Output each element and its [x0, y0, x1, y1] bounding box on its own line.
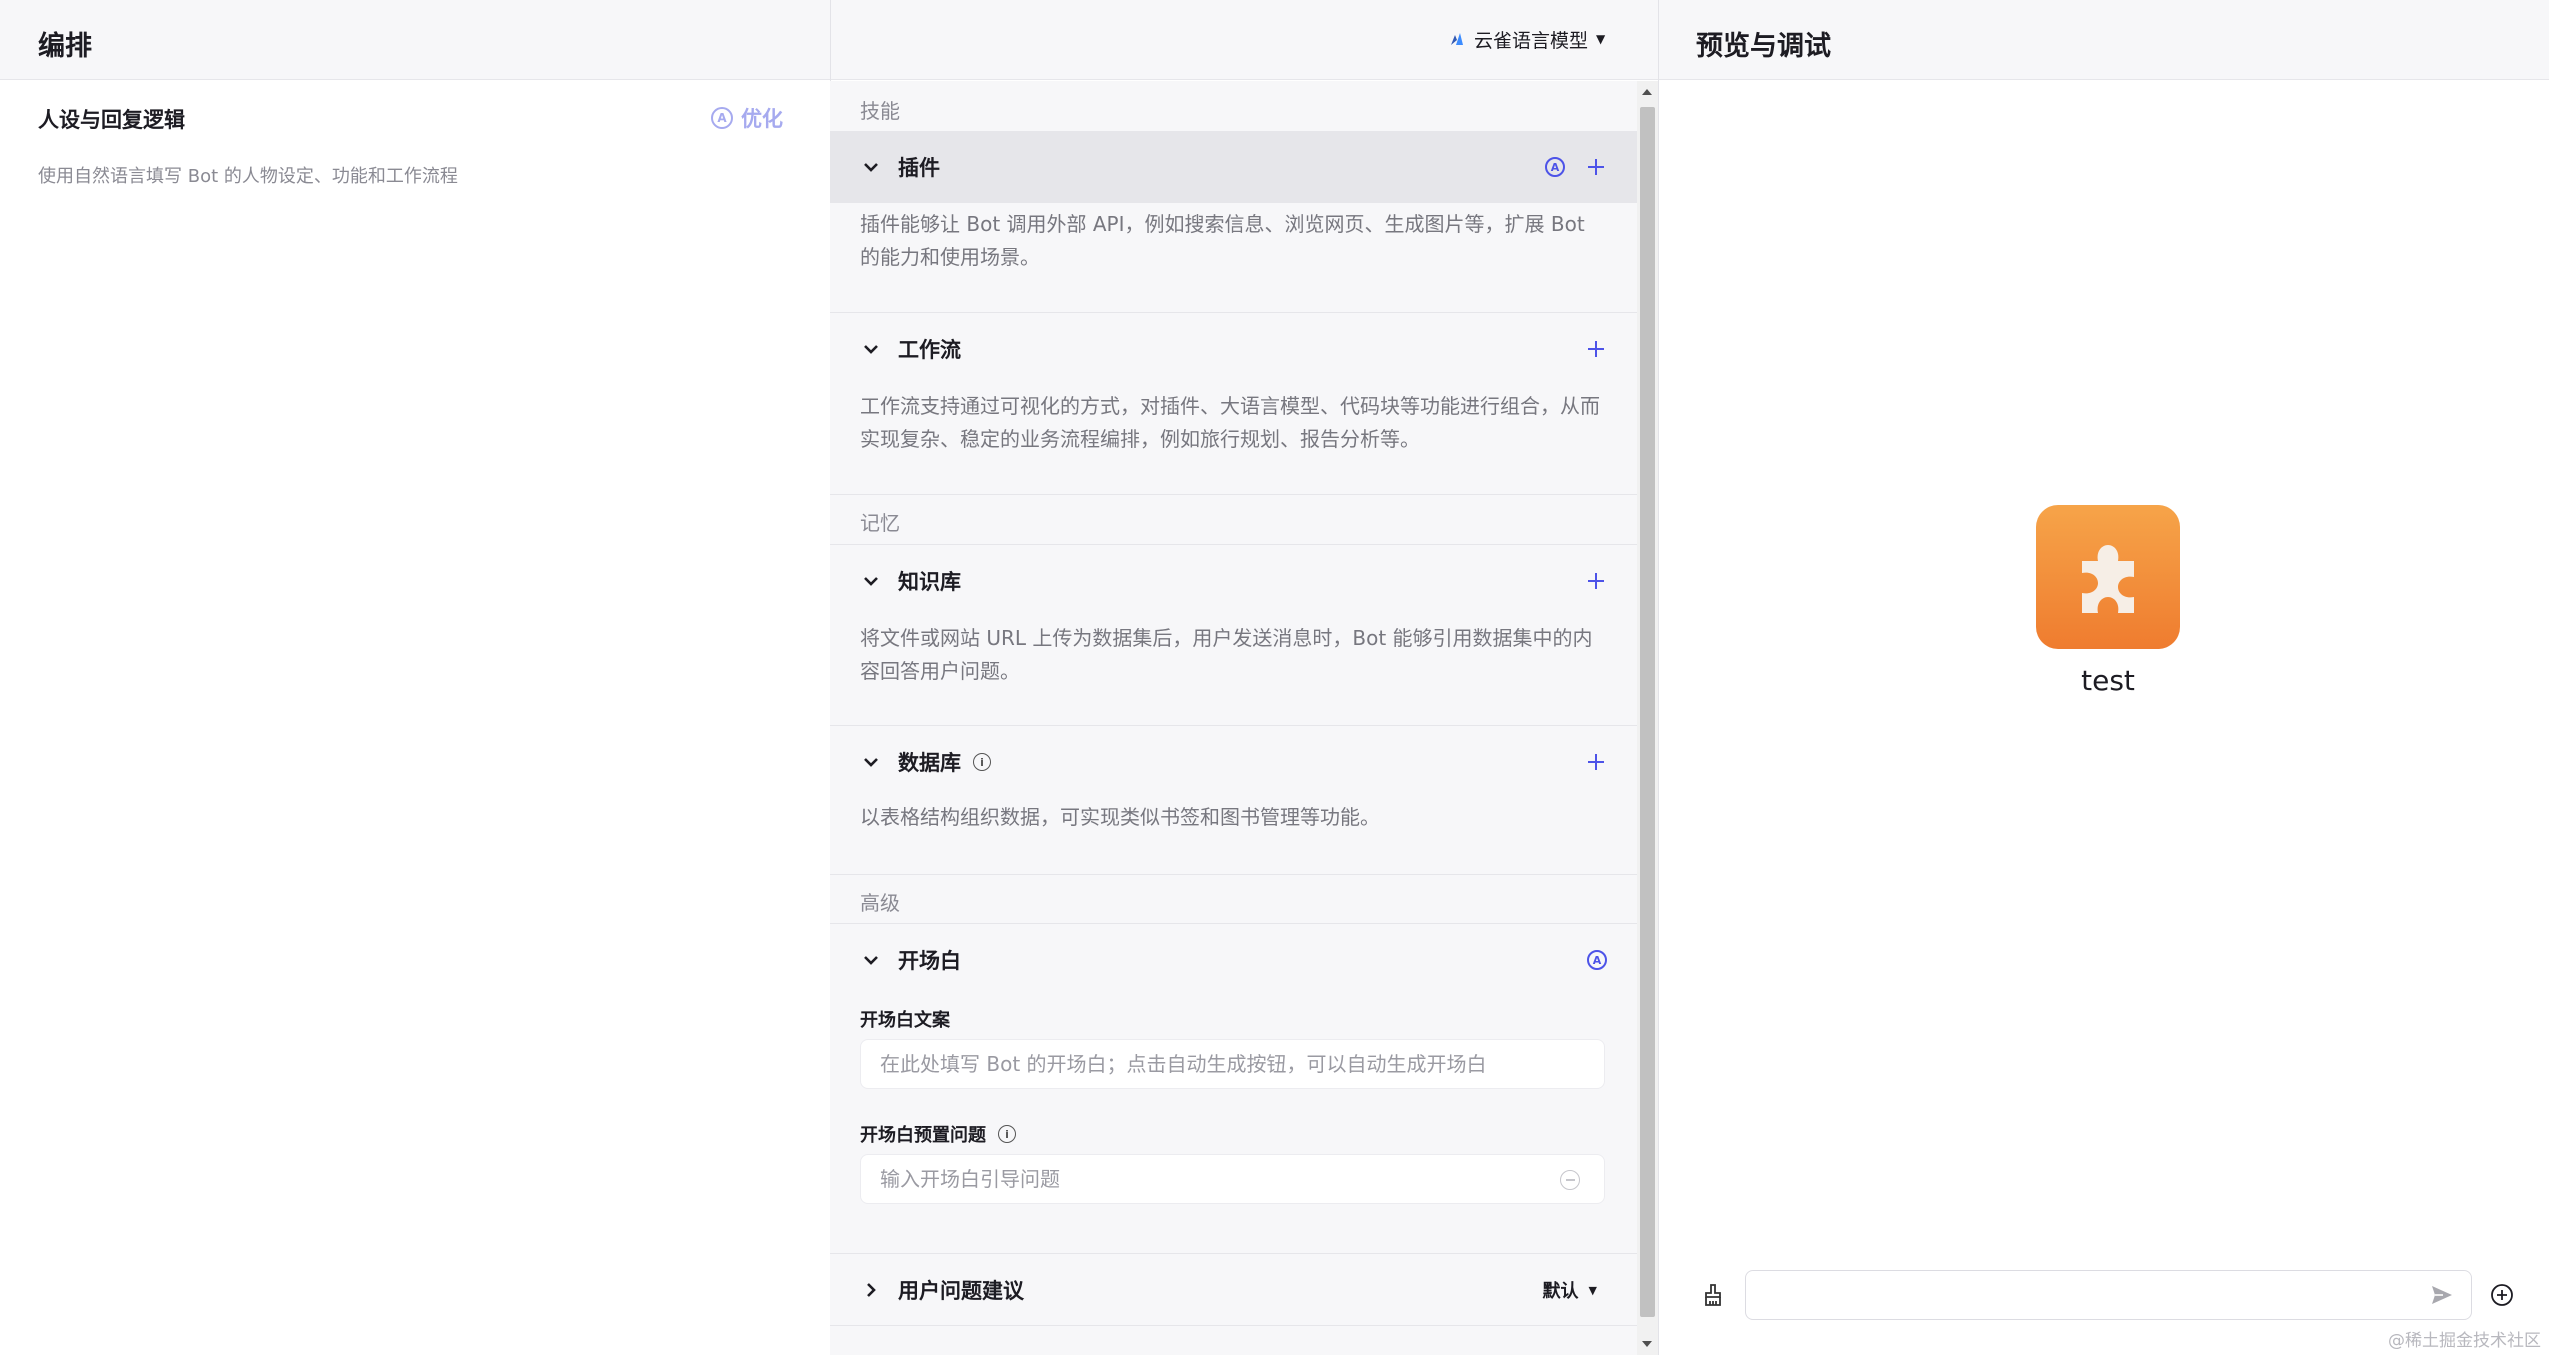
info-icon[interactable]: i	[973, 753, 991, 771]
orchestration-header	[0, 0, 1658, 80]
database-description: 以表格结构组织数据，可实现类似书签和图书管理等功能。	[860, 805, 1380, 829]
bot-avatar	[2036, 505, 2180, 649]
auto-generate-icon[interactable]: A	[1587, 950, 1607, 970]
scroll-up-icon[interactable]	[1642, 89, 1652, 95]
plugin-block: 插件 A 插件能够让 Bot 调用外部 API，例如搜索信息、浏览网页、生成图片…	[830, 131, 1637, 313]
info-icon[interactable]: i	[998, 1125, 1016, 1143]
scroll-thumb[interactable]	[1640, 107, 1655, 1317]
add-workflow-icon[interactable]	[1585, 338, 1607, 360]
knowledge-block: 知识库 将文件或网站 URL 上传为数据集后，用户发送消息时，Bot 能够引用数…	[830, 544, 1637, 726]
knowledge-title: 知识库	[898, 570, 961, 594]
workflow-actions	[1585, 313, 1607, 385]
skills-section-label: 技能	[860, 99, 900, 123]
advanced-section-label: 高级	[860, 891, 900, 915]
optimize-label: 优化	[741, 107, 783, 131]
opening-copy-input[interactable]	[880, 1052, 1604, 1076]
chevron-down-icon	[860, 156, 882, 178]
knowledge-description: 将文件或网站 URL 上传为数据集后，用户发送消息时，Bot 能够引用数据集中的…	[860, 626, 1593, 683]
opening-copy-field[interactable]	[860, 1039, 1605, 1089]
chat-input-box[interactable]	[1745, 1270, 2472, 1320]
model-logo-icon	[1451, 33, 1463, 45]
workflow-header[interactable]: 工作流	[830, 313, 1637, 385]
add-knowledge-icon[interactable]	[1585, 570, 1607, 592]
column-divider-right	[1658, 0, 1659, 1355]
puzzle-icon	[2082, 545, 2134, 613]
persona-title: 人设与回复逻辑	[38, 108, 185, 132]
workflow-title: 工作流	[898, 338, 961, 362]
watermark: @稀土掘金技术社区	[2388, 1331, 2541, 1351]
model-selector[interactable]: 云雀语言模型 ▼	[1448, 24, 1605, 54]
database-header[interactable]: 数据库 i	[830, 726, 1637, 798]
suggestions-header[interactable]: 用户问题建议	[830, 1254, 1637, 1326]
memory-section-label: 记忆	[860, 511, 900, 535]
opening-header[interactable]: 开场白	[830, 924, 1637, 996]
opening-block: 开场白 A 开场白文案 开场白预置问题 i	[830, 923, 1637, 1254]
bot-name: test	[2081, 664, 2135, 697]
opening-preset-label: 开场白预置问题	[860, 1125, 986, 1146]
suggestions-block: 用户问题建议 默认 ▼	[830, 1254, 1637, 1326]
broom-icon[interactable]	[1700, 1282, 1726, 1308]
suggestions-mode-select[interactable]: 默认 ▼	[1543, 1254, 1597, 1326]
optimize-button[interactable]: A 优化	[711, 103, 783, 133]
auto-icon: A	[711, 107, 733, 129]
model-name: 云雀语言模型	[1474, 29, 1589, 52]
page-title: 编排	[38, 31, 92, 62]
plugin-description: 插件能够让 Bot 调用外部 API，例如搜索信息、浏览网页、生成图片等，扩展 …	[860, 212, 1585, 269]
plugin-header[interactable]: 插件	[830, 131, 1637, 203]
preview-title: 预览与调试	[1696, 31, 1831, 62]
database-actions	[1585, 726, 1607, 798]
skills-panel: 技能 插件 A 插件能够让 Bot 调用外部 API，例如搜索信息、浏览网页、生…	[830, 81, 1637, 1355]
auto-generate-icon[interactable]: A	[1545, 157, 1565, 177]
chevron-down-icon: ▼	[1588, 1283, 1597, 1297]
opening-preset-input[interactable]	[880, 1167, 1604, 1191]
chevron-right-icon	[860, 1279, 882, 1301]
knowledge-header[interactable]: 知识库	[830, 545, 1637, 617]
chevron-down-icon: ▼	[1596, 32, 1606, 46]
knowledge-actions	[1585, 545, 1607, 617]
add-plugin-icon[interactable]	[1585, 156, 1607, 178]
chevron-down-icon	[860, 338, 882, 360]
remove-question-icon[interactable]	[1560, 1170, 1580, 1190]
opening-preset-field[interactable]	[860, 1154, 1605, 1204]
plugin-actions: A	[1545, 131, 1607, 203]
chevron-down-icon	[860, 751, 882, 773]
persona-placeholder[interactable]: 使用自然语言填写 Bot 的人物设定、功能和工作流程	[38, 162, 458, 188]
opening-actions: A	[1587, 924, 1607, 996]
chevron-down-icon	[860, 949, 882, 971]
scroll-down-icon[interactable]	[1642, 1341, 1652, 1347]
opening-copy-label: 开场白文案	[860, 1010, 950, 1031]
plugin-title: 插件	[898, 156, 940, 180]
chat-input[interactable]	[1762, 1283, 2429, 1307]
suggestions-mode: 默认	[1542, 1281, 1579, 1302]
add-circle-icon[interactable]	[2489, 1282, 2515, 1308]
workflow-block: 工作流 工作流支持通过可视化的方式，对插件、大语言模型、代码块等功能进行组合，从…	[830, 313, 1637, 495]
send-icon[interactable]	[2429, 1282, 2455, 1308]
database-block: 数据库 i 以表格结构组织数据，可实现类似书签和图书管理等功能。	[830, 726, 1637, 875]
opening-preset-label-row: 开场白预置问题 i	[860, 1121, 1016, 1147]
database-title: 数据库	[898, 751, 961, 775]
chevron-down-icon	[860, 570, 882, 592]
suggestions-title: 用户问题建议	[898, 1279, 1024, 1303]
opening-title: 开场白	[898, 949, 961, 973]
scrollbar[interactable]	[1637, 81, 1658, 1355]
add-database-icon[interactable]	[1585, 751, 1607, 773]
workflow-description: 工作流支持通过可视化的方式，对插件、大语言模型、代码块等功能进行组合，从而实现复…	[860, 394, 1600, 451]
